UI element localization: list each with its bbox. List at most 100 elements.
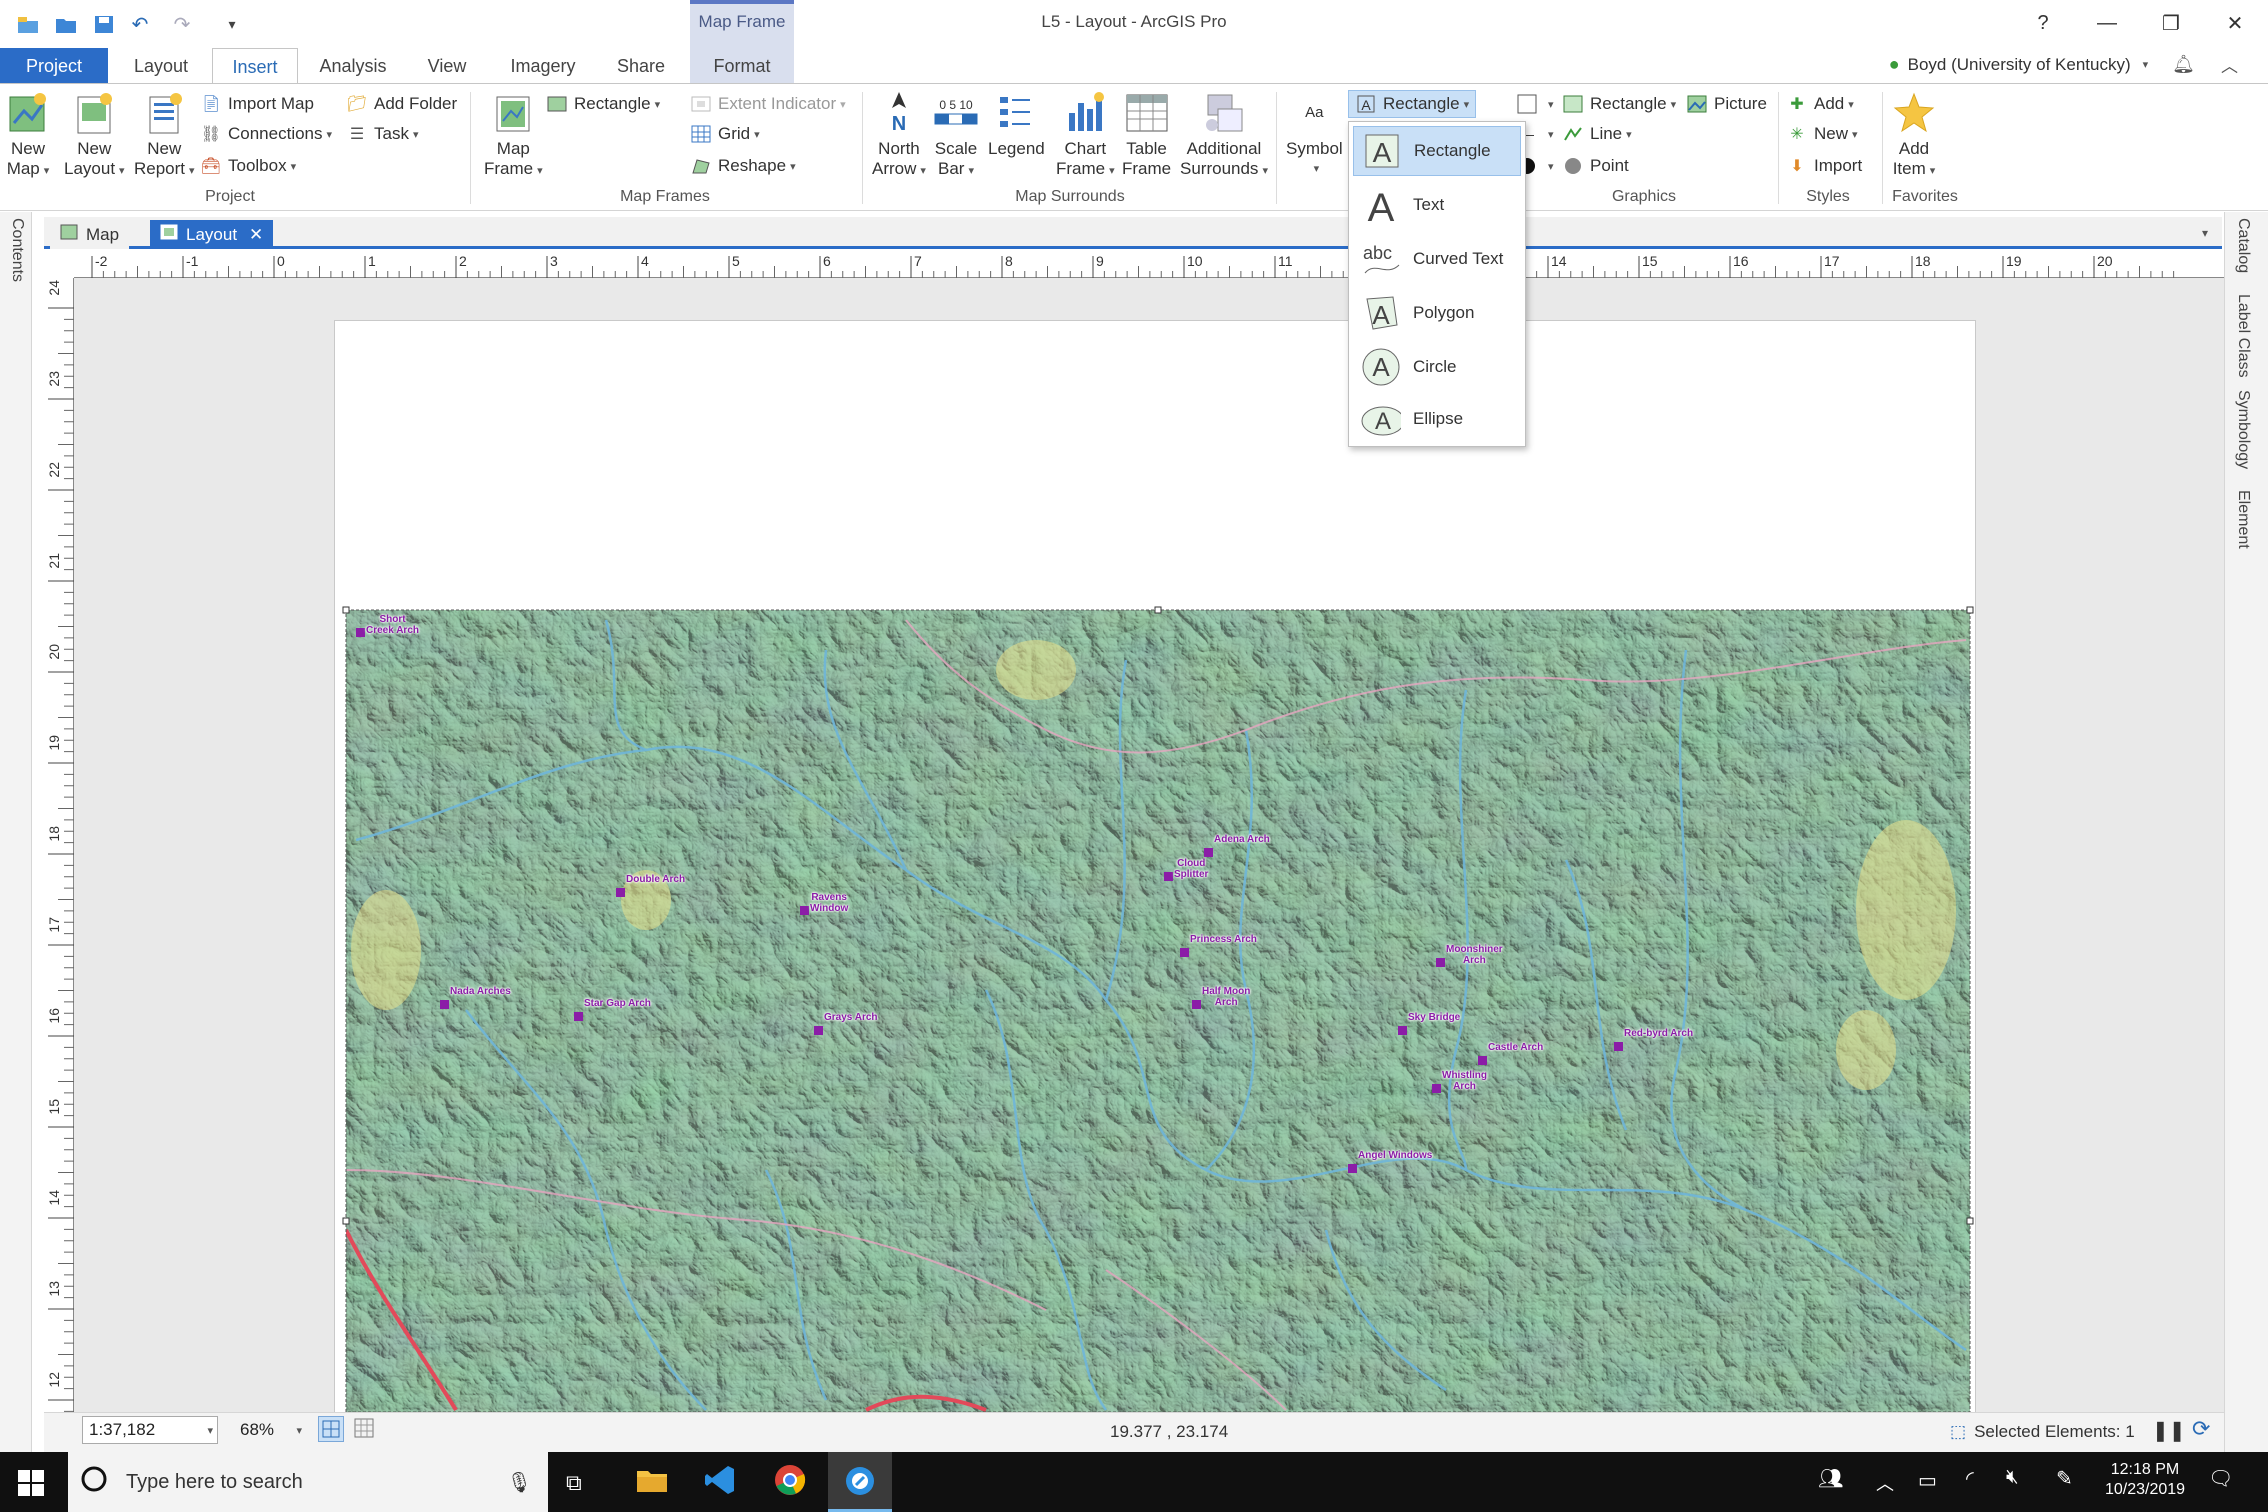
- map-view-icon: [60, 224, 78, 245]
- extent-indicator-icon: [690, 93, 712, 115]
- collapse-ribbon-icon[interactable]: ︿: [2221, 52, 2238, 77]
- ruler-label: 10: [1187, 253, 1203, 269]
- tab-view[interactable]: View: [410, 48, 484, 84]
- selected-elements-status[interactable]: ⬚ Selected Elements: 1: [1950, 1422, 2135, 1442]
- guides-toggle[interactable]: [352, 1416, 378, 1442]
- action-center-icon[interactable]: 🗨︎: [2208, 1466, 2233, 1491]
- tab-layout[interactable]: Layout: [118, 48, 204, 84]
- map-frame-button[interactable]: Map Frame ▾: [484, 90, 543, 181]
- resize-handle[interactable]: [342, 606, 350, 614]
- pause-drawing-icon[interactable]: ❚❚: [2152, 1418, 2186, 1443]
- windows-start-icon[interactable]: [18, 1470, 44, 1501]
- chart-frame-icon: [1063, 90, 1107, 136]
- reshape-button[interactable]: Reshape ▾: [690, 152, 796, 180]
- menu-item-ellipse[interactable]: A Ellipse: [1353, 394, 1521, 444]
- add-folder-button[interactable]: 📁︎ Add Folder: [346, 90, 457, 118]
- graphic-point-button[interactable]: Point: [1562, 152, 1629, 180]
- wifi-icon[interactable]: ◜: [1966, 1466, 1974, 1491]
- chart-frame-button[interactable]: Chart Frame ▾: [1056, 90, 1115, 181]
- legend-label: Legend: [988, 139, 1045, 158]
- styles-import-button[interactable]: ⬇ Import: [1786, 152, 1862, 180]
- tab-project[interactable]: Project: [0, 48, 108, 84]
- import-map-button[interactable]: 📄︎ Import Map: [200, 90, 314, 118]
- chart-frame-label-1: Chart: [1064, 139, 1107, 158]
- tab-format[interactable]: Format: [690, 48, 794, 84]
- taskbar-search[interactable]: Type here to search 🎙︎: [68, 1452, 548, 1512]
- menu-item-rectangle[interactable]: A Rectangle: [1353, 126, 1521, 176]
- grid-button[interactable]: Grid ▾: [690, 120, 760, 148]
- menu-item-text[interactable]: A Text: [1353, 180, 1521, 230]
- graphic-rectangle-button[interactable]: Rectangle ▾: [1562, 90, 1676, 118]
- contents-pane-tab[interactable]: Contents: [8, 218, 26, 282]
- menu-item-circle[interactable]: A Circle: [1353, 342, 1521, 392]
- user-account[interactable]: ● Boyd (University of Kentucky) ▾ 🔔︎ ︿: [1889, 52, 2238, 77]
- table-frame-button[interactable]: Table Frame: [1122, 90, 1171, 179]
- tab-imagery[interactable]: Imagery: [500, 48, 586, 84]
- view-tab-map[interactable]: Map: [50, 220, 130, 249]
- text-icon: A: [1361, 185, 1401, 225]
- arcgis-pro-taskbar-button[interactable]: [828, 1452, 892, 1512]
- new-report-button[interactable]: New Report ▾: [134, 90, 195, 181]
- resize-handle[interactable]: [1966, 1217, 1974, 1225]
- add-item-button[interactable]: Add Item ▾: [1892, 90, 1936, 181]
- battery-icon[interactable]: ▭: [1918, 1468, 1937, 1493]
- resize-handle[interactable]: [1966, 606, 1974, 614]
- toolbox-icon: 🧰︎: [200, 158, 222, 175]
- graphic-line-button[interactable]: Line ▾: [1562, 120, 1632, 148]
- symbology-pane-tab[interactable]: Symbology: [2234, 390, 2252, 469]
- ruler-label: 0: [277, 253, 285, 269]
- menu-item-polygon[interactable]: A Polygon: [1353, 288, 1521, 338]
- picture-button[interactable]: Picture: [1686, 90, 1767, 118]
- minimize-button[interactable]: —: [2084, 6, 2130, 40]
- task-button[interactable]: ☰ Task ▾: [346, 120, 419, 148]
- text-rectangle-dropdown[interactable]: A Rectangle ▾: [1348, 90, 1477, 118]
- restore-button[interactable]: ❐: [2148, 6, 2194, 40]
- group-label-map-surrounds: Map Surrounds: [1015, 188, 1125, 205]
- styles-add-button[interactable]: ✚ Add ▾: [1786, 90, 1853, 118]
- vscode-icon[interactable]: [704, 1464, 736, 1501]
- element-pane-tab[interactable]: Element: [2234, 490, 2252, 549]
- new-map-button[interactable]: New Map ▾: [6, 90, 50, 181]
- cortana-icon: [80, 1465, 108, 1499]
- symbol-button[interactable]: Aa Symbol ▾: [1286, 90, 1343, 179]
- chart-frame-label-2: Frame ▾: [1056, 159, 1115, 178]
- tab-overflow-icon[interactable]: ▾: [2202, 226, 2208, 240]
- resize-handle[interactable]: [342, 1217, 350, 1225]
- tab-share[interactable]: Share: [600, 48, 682, 84]
- tab-analysis[interactable]: Analysis: [310, 48, 396, 84]
- view-tab-layout[interactable]: Layout ✕: [150, 220, 274, 249]
- close-tab-icon[interactable]: ✕: [249, 225, 263, 245]
- legend-button[interactable]: Legend: [988, 90, 1045, 159]
- north-arrow-button[interactable]: N North Arrow ▾: [872, 90, 926, 181]
- people-icon[interactable]: 👥︎: [1818, 1466, 1843, 1491]
- microphone-icon[interactable]: 🎙︎: [507, 1470, 532, 1495]
- taskbar-clock[interactable]: 12:18 PM 10/23/2019: [2100, 1460, 2190, 1500]
- volume-muted-icon[interactable]: 🔇︎: [2006, 1466, 2019, 1489]
- notification-bell-icon[interactable]: 🔔︎: [2172, 54, 2195, 75]
- connections-button[interactable]: ⛓ Connections ▾: [200, 120, 332, 148]
- map-frame-rectangle-button[interactable]: Rectangle ▾: [546, 90, 660, 118]
- refresh-icon[interactable]: ⟳: [2192, 1416, 2210, 1442]
- chrome-icon[interactable]: [774, 1464, 806, 1501]
- toolbox-button[interactable]: 🧰︎ Toolbox ▾: [200, 152, 296, 180]
- zoom-combobox[interactable]: 68% ▾: [236, 1416, 306, 1444]
- catalog-pane-tab[interactable]: Catalog: [2234, 218, 2252, 273]
- menu-item-rectangle-label: Rectangle: [1414, 141, 1491, 160]
- resize-handle[interactable]: [1154, 606, 1162, 614]
- scale-combobox[interactable]: 1:37,182 ▾: [82, 1416, 218, 1444]
- task-view-icon[interactable]: ⧉: [566, 1470, 582, 1496]
- new-layout-button[interactable]: New Layout ▾: [64, 90, 125, 181]
- close-button[interactable]: ✕: [2212, 6, 2258, 40]
- help-button[interactable]: ?: [2020, 6, 2066, 40]
- file-explorer-icon[interactable]: [636, 1466, 668, 1499]
- styles-new-button[interactable]: ✳ New ▾: [1786, 120, 1857, 148]
- snapping-toggle[interactable]: [318, 1416, 344, 1442]
- menu-item-curved-text[interactable]: abc Curved Text: [1353, 234, 1521, 284]
- graphic-symbol-dropdown[interactable]: ▾: [1516, 90, 1554, 118]
- scale-bar-button[interactable]: 0 5 10 Scale Bar ▾: [934, 90, 978, 181]
- additional-surrounds-button[interactable]: Additional Surrounds ▾: [1180, 90, 1268, 181]
- label-class-pane-tab[interactable]: Label Class: [2234, 294, 2252, 378]
- pen-workspace-icon[interactable]: ✎: [2056, 1466, 2073, 1491]
- show-hidden-icons-chevron[interactable]: ︿: [1876, 1470, 1894, 1496]
- tab-insert[interactable]: Insert: [212, 48, 298, 86]
